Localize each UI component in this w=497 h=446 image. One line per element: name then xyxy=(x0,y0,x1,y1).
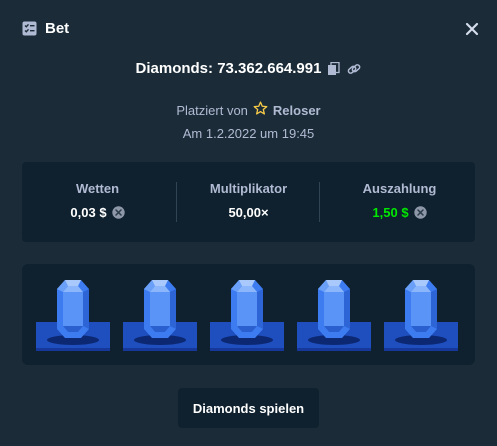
star-icon xyxy=(253,101,268,119)
diamond-tile xyxy=(123,278,197,354)
user-link[interactable]: Reloser xyxy=(273,103,321,118)
link-icon[interactable] xyxy=(347,62,361,76)
blue-diamond-icon xyxy=(123,280,197,351)
blue-diamond-icon xyxy=(36,280,110,351)
placed-by: Platziert von Reloser xyxy=(0,101,497,119)
stat-payout: Auszahlung 1,50 $ xyxy=(324,162,475,242)
close-icon[interactable] xyxy=(463,20,481,38)
stat-bet: Wetten 0,03 $ xyxy=(22,162,173,242)
blue-diamond-icon xyxy=(210,280,284,351)
diamond-tile xyxy=(297,278,371,354)
stat-value: 1,50 $ xyxy=(372,205,409,220)
bet-stats-panel: Wetten 0,03 $ Multiplikator 50,00× Ausza… xyxy=(22,162,475,242)
modal-title: Bet xyxy=(45,20,70,37)
blue-diamond-icon xyxy=(384,280,458,351)
blue-diamond-icon xyxy=(297,280,371,351)
stat-value: 0,03 $ xyxy=(70,205,107,220)
diamond-tile xyxy=(384,278,458,354)
stat-label: Wetten xyxy=(75,181,120,196)
currency-coin-icon xyxy=(413,206,427,219)
bet-slip-icon xyxy=(22,21,37,36)
game-id-text: Diamonds: 73.362.664.991 xyxy=(135,60,322,77)
diamond-tile xyxy=(36,278,110,354)
game-headline: Diamonds: 73.362.664.991 xyxy=(0,60,497,80)
stat-value: 50,00× xyxy=(228,205,269,220)
currency-coin-icon xyxy=(111,206,125,219)
bet-modal: Bet Diamonds: 73.362.664.991 Platziert v… xyxy=(0,0,497,446)
play-diamonds-button[interactable]: Diamonds spielen xyxy=(178,388,319,428)
stat-multiplier: Multiplikator 50,00× xyxy=(173,162,324,242)
bet-date: Am 1.2.2022 um 19:45 xyxy=(182,126,315,141)
stat-label: Auszahlung xyxy=(362,181,437,196)
placed-by-label: Platziert von xyxy=(176,102,248,118)
stat-divider xyxy=(319,182,320,222)
stat-label: Multiplikator xyxy=(209,181,288,196)
modal-header: Bet xyxy=(22,18,481,40)
diamonds-board xyxy=(22,264,475,365)
copy-icon[interactable] xyxy=(327,61,341,76)
diamond-tile xyxy=(210,278,284,354)
